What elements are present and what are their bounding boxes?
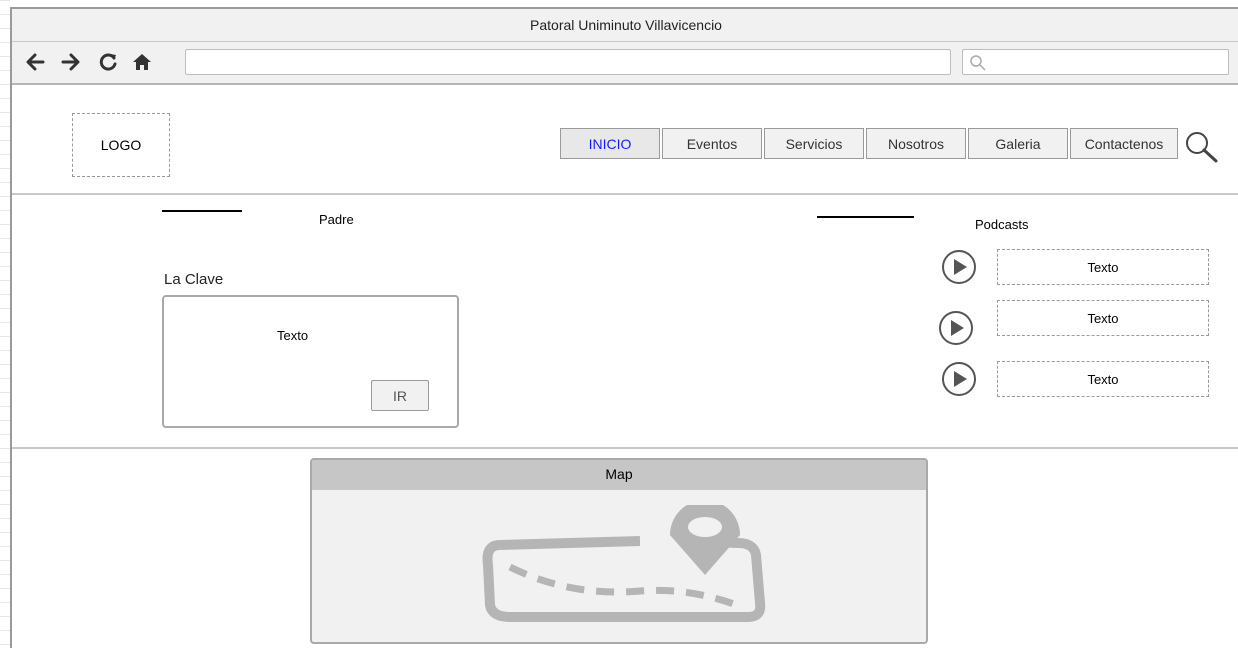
- window-title: Patoral Uniminuto Villavicencio: [12, 9, 1238, 42]
- la-clave-label: La Clave: [164, 271, 224, 288]
- browser-toolbar: [12, 42, 1238, 85]
- menu-item-contactenos[interactable]: Contactenos: [1070, 128, 1178, 159]
- main-content: Padre La Clave Texto IR Podcasts Texto T…: [12, 197, 1238, 449]
- podcast-item: Texto: [939, 300, 1209, 345]
- back-arrow-icon[interactable]: [22, 48, 48, 76]
- canvas-grid: [0, 0, 10, 648]
- main-menu: INICIO Eventos Servicios Nosotros Galeri…: [560, 128, 1180, 159]
- menu-item-inicio[interactable]: INICIO: [560, 128, 660, 159]
- podcasts-heading: Podcasts: [975, 217, 1029, 232]
- map-widget[interactable]: Map: [310, 458, 928, 644]
- menu-item-galeria[interactable]: Galeria: [968, 128, 1068, 159]
- map-placeholder-icon: [480, 500, 770, 630]
- url-input[interactable]: [185, 49, 951, 75]
- play-icon[interactable]: [936, 310, 976, 351]
- heading-rule: [162, 210, 242, 212]
- heading-rule: [817, 216, 914, 218]
- la-clave-card: Texto IR: [162, 295, 459, 428]
- site-header: LOGO INICIO Eventos Servicios Nosotros G…: [12, 87, 1238, 195]
- podcast-text: Texto: [997, 300, 1209, 336]
- section-heading-padre: Padre: [319, 212, 354, 227]
- forward-arrow-icon[interactable]: [58, 48, 84, 76]
- menu-item-nosotros[interactable]: Nosotros: [866, 128, 966, 159]
- browser-window: Patoral Uniminuto Villavicencio LOGO INI…: [10, 7, 1238, 648]
- home-icon[interactable]: [129, 48, 155, 76]
- reload-icon[interactable]: [95, 48, 121, 76]
- menu-item-servicios[interactable]: Servicios: [764, 128, 864, 159]
- search-icon: [969, 54, 987, 77]
- ir-button[interactable]: IR: [371, 380, 429, 411]
- browser-search-input[interactable]: [962, 49, 1229, 75]
- la-clave-text: Texto: [277, 328, 309, 343]
- menu-item-eventos[interactable]: Eventos: [662, 128, 762, 159]
- search-icon[interactable]: [1182, 129, 1222, 170]
- logo-placeholder[interactable]: LOGO: [72, 113, 170, 177]
- podcast-item: Texto: [939, 249, 1209, 289]
- map-title: Map: [312, 460, 926, 490]
- play-icon[interactable]: [939, 361, 979, 402]
- podcast-item: Texto: [939, 361, 1209, 401]
- play-icon[interactable]: [939, 249, 979, 290]
- podcast-text: Texto: [997, 249, 1209, 285]
- podcast-text: Texto: [997, 361, 1209, 397]
